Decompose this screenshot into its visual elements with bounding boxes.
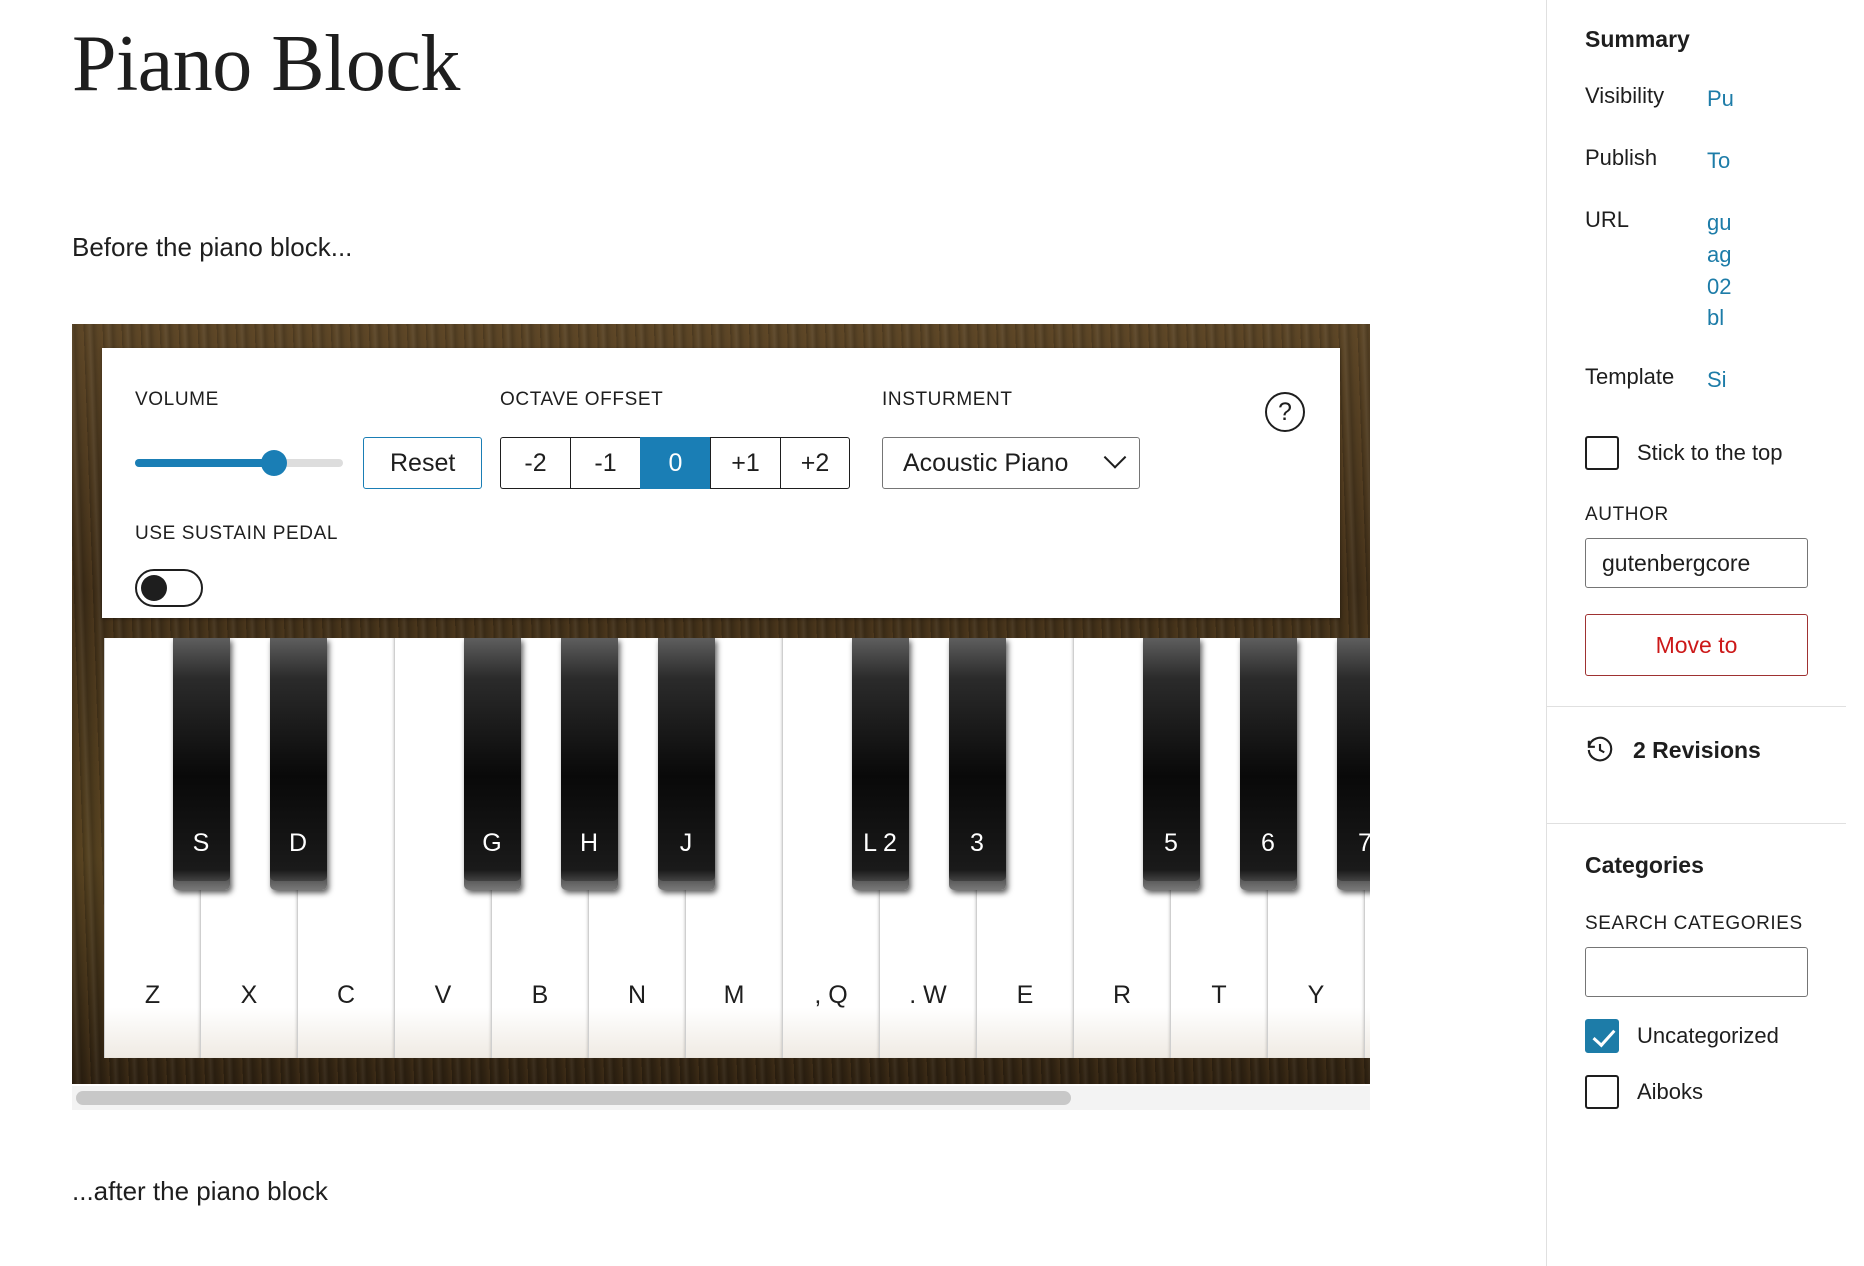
octave-button-selected[interactable]: 0 bbox=[640, 437, 710, 489]
octave-button[interactable]: +1 bbox=[710, 437, 780, 489]
paragraph-after[interactable]: ...after the piano block bbox=[72, 1172, 328, 1211]
volume-slider[interactable] bbox=[135, 450, 343, 476]
instrument-value: Acoustic Piano bbox=[903, 448, 1069, 477]
category-item-uncategorized[interactable]: Uncategorized bbox=[1585, 1019, 1808, 1054]
piano-black-key[interactable]: S bbox=[172, 638, 230, 890]
piano-black-key[interactable]: H bbox=[560, 638, 618, 890]
summary-row-publish: Publish To bbox=[1585, 145, 1808, 177]
category-label: Aiboks bbox=[1637, 1079, 1704, 1105]
url-line: bl bbox=[1707, 305, 1725, 331]
piano-black-key[interactable]: G bbox=[463, 638, 521, 890]
search-categories-label: SEARCH CATEGORIES bbox=[1585, 913, 1803, 935]
octave-button[interactable]: -1 bbox=[570, 437, 640, 489]
piano-keyboard[interactable]: ZXCVBNM, Q. WERTYSDGHJL 23567 bbox=[72, 638, 1370, 1068]
summary-row-template: Template Si bbox=[1585, 364, 1808, 396]
octave-button[interactable]: -2 bbox=[500, 437, 570, 489]
sustain-group: USE SUSTAIN PEDAL bbox=[135, 523, 338, 607]
reset-button[interactable]: Reset bbox=[363, 437, 483, 489]
revisions-icon bbox=[1587, 737, 1613, 762]
piano-black-key[interactable]: 7 bbox=[1336, 638, 1370, 890]
volume-label: VOLUME bbox=[135, 389, 219, 410]
row-label: URL bbox=[1585, 206, 1630, 232]
octave-button-group: -2 -1 0 +1 +2 bbox=[500, 437, 850, 489]
help-icon[interactable]: ? bbox=[1265, 392, 1305, 432]
revisions-row[interactable]: 2 Revisions bbox=[1547, 707, 1846, 793]
piano-black-key[interactable]: L 2 bbox=[851, 638, 909, 890]
editor-canvas: Piano Block Before the piano block... VO… bbox=[0, 0, 1546, 1266]
piano-horizontal-scrollbar[interactable] bbox=[72, 1086, 1370, 1110]
piano-black-key[interactable]: D bbox=[269, 638, 327, 890]
instrument-group: INSTURMENT Acoustic Piano bbox=[882, 389, 1140, 489]
template-value[interactable]: Si bbox=[1707, 364, 1727, 396]
url-line: gu bbox=[1707, 209, 1732, 235]
post-settings-sidebar: Summary Visibility Pu Publish To URL gu … bbox=[1546, 0, 1846, 1266]
page-title[interactable]: Piano Block bbox=[72, 20, 460, 108]
piano-block[interactable]: VOLUME Reset OCTAVE OFFSET -2 -1 0 +1 +2… bbox=[72, 324, 1370, 1084]
sticky-post-row[interactable]: Stick to the top bbox=[1585, 436, 1808, 471]
slider-thumb[interactable] bbox=[261, 450, 288, 476]
octave-label: OCTAVE OFFSET bbox=[500, 389, 664, 410]
instrument-label: INSTURMENT bbox=[882, 389, 1013, 410]
category-checkbox[interactable] bbox=[1585, 1075, 1619, 1110]
summary-row-visibility: Visibility Pu bbox=[1585, 83, 1808, 115]
move-to-trash-button[interactable]: Move to bbox=[1585, 614, 1808, 677]
sustain-pedal-toggle[interactable] bbox=[135, 569, 203, 607]
url-line: ag bbox=[1707, 241, 1732, 267]
author-select[interactable]: gutenbergcore bbox=[1585, 538, 1808, 589]
chevron-down-icon bbox=[1103, 446, 1127, 469]
row-label: Template bbox=[1585, 364, 1675, 390]
summary-row-url: URL gu ag 02 bl bbox=[1585, 207, 1808, 335]
url-value[interactable]: gu ag 02 bl bbox=[1707, 207, 1731, 335]
piano-keys: ZXCVBNM, Q. WERTYSDGHJL 23567 bbox=[104, 638, 1370, 1068]
publish-value[interactable]: To bbox=[1707, 145, 1730, 177]
sticky-checkbox[interactable] bbox=[1585, 436, 1619, 471]
piano-control-panel: VOLUME Reset OCTAVE OFFSET -2 -1 0 +1 +2… bbox=[102, 348, 1340, 618]
revisions-label: 2 Revisions bbox=[1633, 736, 1761, 763]
search-categories-input[interactable] bbox=[1585, 947, 1808, 998]
row-label: Publish bbox=[1585, 144, 1658, 170]
scrollbar-thumb[interactable] bbox=[76, 1091, 1071, 1105]
category-checkbox[interactable] bbox=[1585, 1019, 1619, 1054]
octave-group: OCTAVE OFFSET -2 -1 0 +1 +2 bbox=[500, 389, 850, 489]
volume-group: VOLUME Reset bbox=[135, 389, 483, 489]
app-root: Piano Block Before the piano block... VO… bbox=[0, 0, 1864, 1266]
sustain-label: USE SUSTAIN PEDAL bbox=[135, 523, 339, 544]
piano-black-key[interactable]: 5 bbox=[1142, 638, 1200, 890]
slider-fill bbox=[135, 459, 275, 467]
piano-black-key[interactable]: 6 bbox=[1239, 638, 1297, 890]
visibility-value[interactable]: Pu bbox=[1707, 83, 1734, 115]
octave-button[interactable]: +2 bbox=[780, 437, 850, 489]
categories-heading: Categories bbox=[1585, 852, 1704, 879]
piano-black-key[interactable]: J bbox=[657, 638, 715, 890]
summary-heading: Summary bbox=[1585, 26, 1690, 52]
toggle-knob bbox=[141, 575, 167, 601]
author-label: AUTHOR bbox=[1585, 504, 1669, 526]
category-label: Uncategorized bbox=[1637, 1023, 1779, 1049]
piano-black-key[interactable]: 3 bbox=[948, 638, 1006, 890]
category-item-aiboks[interactable]: Aiboks bbox=[1585, 1075, 1808, 1110]
url-line: 02 bbox=[1707, 273, 1732, 299]
sticky-label: Stick to the top bbox=[1637, 440, 1783, 466]
instrument-select[interactable]: Acoustic Piano bbox=[882, 437, 1140, 489]
paragraph-before[interactable]: Before the piano block... bbox=[72, 228, 352, 267]
row-label: Visibility bbox=[1585, 83, 1665, 108]
